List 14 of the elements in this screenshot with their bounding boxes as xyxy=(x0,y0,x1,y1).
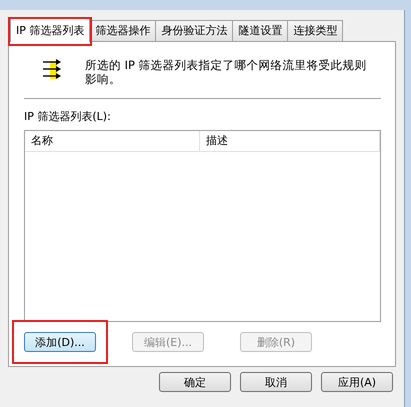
tab[interactable]: 筛选器操作 xyxy=(89,20,156,42)
column-header[interactable]: 名称 xyxy=(25,131,200,152)
filter-list[interactable]: 名称 描述 xyxy=(24,130,381,322)
tab[interactable]: 身份验证方法 xyxy=(155,20,234,42)
column-header[interactable]: 描述 xyxy=(200,131,380,152)
dialog-button[interactable]: 应用(A) xyxy=(321,372,393,392)
dialog-button[interactable]: 确定 xyxy=(159,372,231,392)
list-button[interactable]: 添加(D)... xyxy=(24,332,96,352)
description-text: 所选的 IP 筛选器列表指定了哪个网络流里将受此规则影响。 xyxy=(85,58,368,86)
list-label: IP 筛选器列表(L): xyxy=(24,109,112,124)
tab[interactable]: 连接类型 xyxy=(287,20,344,42)
tab[interactable]: 隧道设置 xyxy=(232,20,288,42)
dialog-button[interactable]: 取消 xyxy=(240,372,312,392)
filter-arrows-icon xyxy=(41,58,63,82)
